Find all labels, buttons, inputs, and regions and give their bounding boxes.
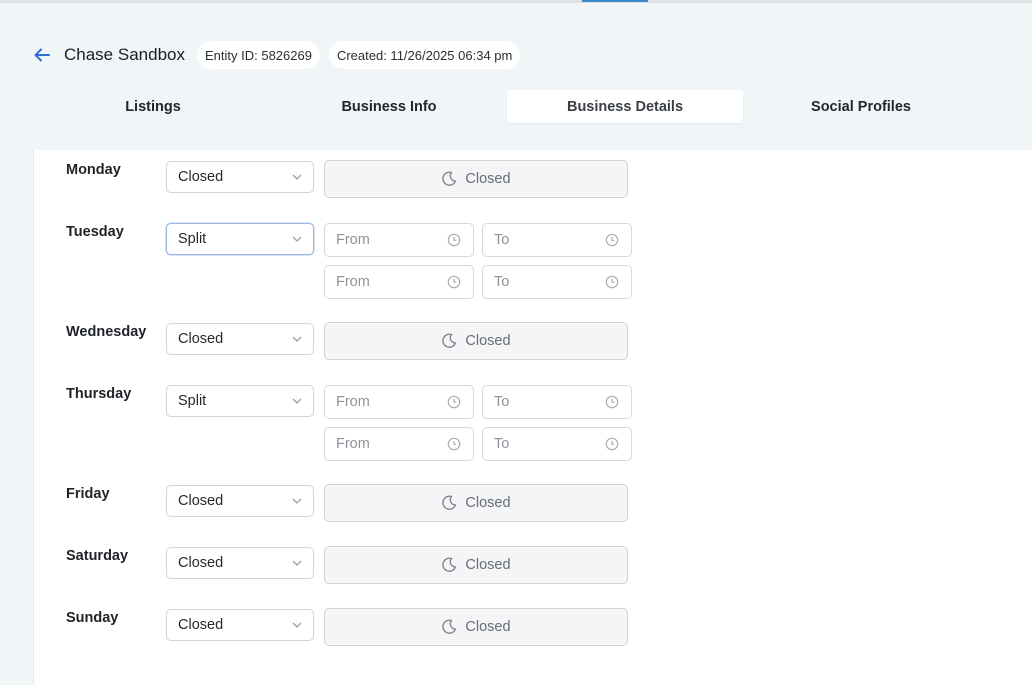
- clock-icon: [605, 395, 619, 409]
- arrow-left-icon: [34, 48, 50, 62]
- chevron-down-icon: [292, 398, 302, 404]
- from-placeholder: From: [336, 436, 370, 452]
- from-placeholder: From: [336, 232, 370, 248]
- friday-hours-type-select[interactable]: Closed: [166, 485, 314, 517]
- wednesday-closed-indicator[interactable]: Closed: [324, 322, 628, 360]
- tuesday-from-1-input[interactable]: From: [324, 223, 474, 257]
- select-value: Split: [178, 393, 207, 409]
- clock-icon: [447, 275, 461, 289]
- friday-closed-indicator[interactable]: Closed: [324, 484, 628, 522]
- top-bar: [0, 0, 1032, 3]
- day-label-monday: Monday: [66, 162, 121, 178]
- monday-hours-type-select[interactable]: Closed: [166, 161, 314, 193]
- tuesday-to-1-input[interactable]: To: [482, 223, 632, 257]
- day-label-sunday: Sunday: [66, 610, 119, 626]
- clock-icon: [605, 275, 619, 289]
- created-date-badge: Created: 11/26/2025 06:34 pm: [328, 41, 521, 69]
- saturday-hours-type-select[interactable]: Closed: [166, 547, 314, 579]
- entity-id-text: Entity ID: 5826269: [204, 47, 312, 63]
- thursday-from-1-input[interactable]: From: [324, 385, 474, 419]
- moon-icon: [442, 495, 457, 510]
- moon-icon: [442, 171, 457, 186]
- chevron-down-icon: [292, 174, 302, 180]
- saturday-closed-indicator[interactable]: Closed: [324, 546, 628, 584]
- select-value: Closed: [178, 555, 224, 571]
- page-title: Chase Sandbox: [64, 45, 185, 64]
- clock-icon: [447, 395, 461, 409]
- page-header: Chase Sandbox Entity ID: 5826269 Created…: [30, 40, 529, 70]
- tuesday-hours-type-select[interactable]: Split: [166, 223, 314, 255]
- chevron-down-icon: [292, 336, 302, 342]
- select-value: Closed: [178, 331, 224, 347]
- sunday-hours-type-select[interactable]: Closed: [166, 609, 314, 641]
- day-label-wednesday: Wednesday: [66, 324, 147, 340]
- from-placeholder: From: [336, 274, 370, 290]
- day-label-tuesday: Tuesday: [66, 224, 124, 240]
- to-placeholder: To: [494, 274, 510, 290]
- top-bar-active-indicator: [582, 0, 648, 2]
- tuesday-from-2-input[interactable]: From: [324, 265, 474, 299]
- closed-label: Closed: [465, 495, 511, 511]
- tab-business-info[interactable]: Business Info: [271, 90, 507, 123]
- from-placeholder: From: [336, 394, 370, 410]
- tab-social-profiles[interactable]: Social Profiles: [743, 90, 979, 123]
- select-value: Closed: [178, 169, 224, 185]
- day-label-thursday: Thursday: [66, 386, 132, 402]
- closed-label: Closed: [465, 171, 511, 187]
- to-placeholder: To: [494, 394, 510, 410]
- tab-listings[interactable]: Listings: [35, 90, 271, 123]
- clock-icon: [605, 437, 619, 451]
- select-value: Closed: [178, 493, 224, 509]
- chevron-down-icon: [292, 498, 302, 504]
- select-value: Split: [178, 231, 207, 247]
- day-label-saturday: Saturday: [66, 548, 129, 564]
- closed-label: Closed: [465, 619, 511, 635]
- closed-label: Closed: [465, 333, 511, 349]
- wednesday-hours-type-select[interactable]: Closed: [166, 323, 314, 355]
- back-button[interactable]: [30, 43, 54, 67]
- thursday-to-1-input[interactable]: To: [482, 385, 632, 419]
- day-label-friday: Friday: [66, 486, 110, 502]
- tab-business-details[interactable]: Business Details: [507, 90, 743, 123]
- monday-closed-indicator[interactable]: Closed: [324, 160, 628, 198]
- created-date-text: Created: 11/26/2025 06:34 pm: [336, 47, 513, 63]
- moon-icon: [442, 557, 457, 572]
- closed-label: Closed: [465, 557, 511, 573]
- clock-icon: [447, 233, 461, 247]
- to-placeholder: To: [494, 232, 510, 248]
- select-value: Closed: [178, 617, 224, 633]
- moon-icon: [442, 333, 457, 348]
- chevron-down-icon: [292, 622, 302, 628]
- to-placeholder: To: [494, 436, 510, 452]
- entity-id-badge: Entity ID: 5826269: [196, 41, 320, 69]
- tuesday-to-2-input[interactable]: To: [482, 265, 632, 299]
- thursday-to-2-input[interactable]: To: [482, 427, 632, 461]
- business-hours-panel: Monday Closed Closed Tuesday Split From …: [33, 150, 1032, 685]
- thursday-hours-type-select[interactable]: Split: [166, 385, 314, 417]
- clock-icon: [447, 437, 461, 451]
- chevron-down-icon: [292, 560, 302, 566]
- chevron-down-icon: [292, 236, 302, 242]
- sunday-closed-indicator[interactable]: Closed: [324, 608, 628, 646]
- clock-icon: [605, 233, 619, 247]
- tab-bar: Listings Business Info Business Details …: [35, 90, 979, 123]
- thursday-from-2-input[interactable]: From: [324, 427, 474, 461]
- moon-icon: [442, 619, 457, 634]
